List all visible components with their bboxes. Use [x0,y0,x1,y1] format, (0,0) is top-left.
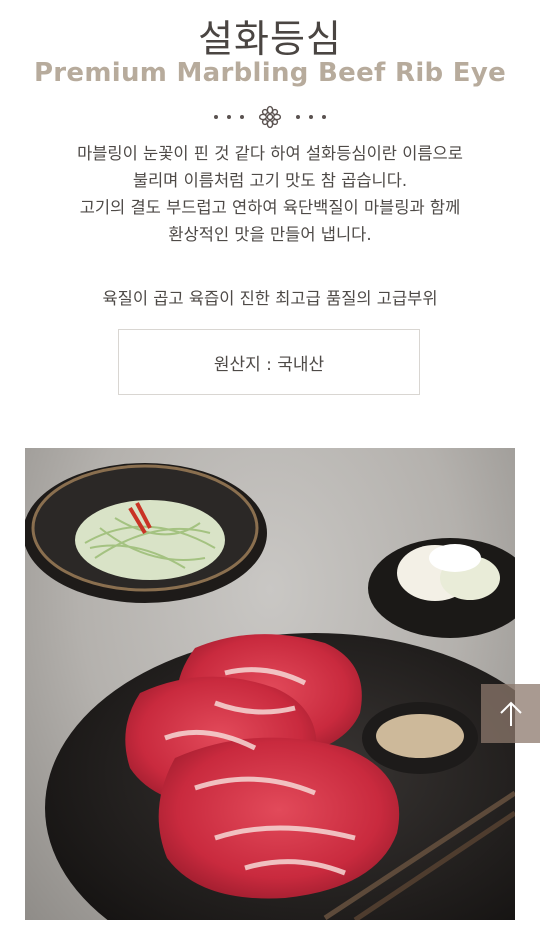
ornament-divider [0,104,540,130]
description-highlight: 육질이 곱고 육즙이 진한 최고급 품질의 고급부위 [102,289,438,308]
origin-box: 원산지 : 국내산 [118,329,420,395]
scroll-top-button[interactable] [481,684,540,743]
arrow-up-icon [499,701,522,726]
page-title: 설화등심 [198,17,342,61]
origin-label: 원산지 : 국내산 [213,354,325,375]
flower-icon [258,105,282,129]
page-subtitle: Premium Marbling Beef Rib Eye [33,58,507,88]
description-line: 환상적인 맛을 만들어 냅니다. [168,225,372,244]
description-line: 불리며 이름처럼 고기 맛도 참 곱습니다. [132,171,408,190]
product-photo [25,448,515,920]
steak-illustration [25,463,515,920]
description-line: 고기의 결도 부드럽고 연하여 육단백질이 마블링과 함께 [79,198,461,217]
dots-left [214,115,244,119]
dots-right [296,115,326,119]
description-line: 마블링이 눈꽃이 핀 것 같다 하여 설화등심이란 이름으로 [77,144,463,163]
product-description: 마블링이 눈꽃이 핀 것 같다 하여 설화등심이란 이름으로 불리며 이름처럼 … [0,140,540,312]
